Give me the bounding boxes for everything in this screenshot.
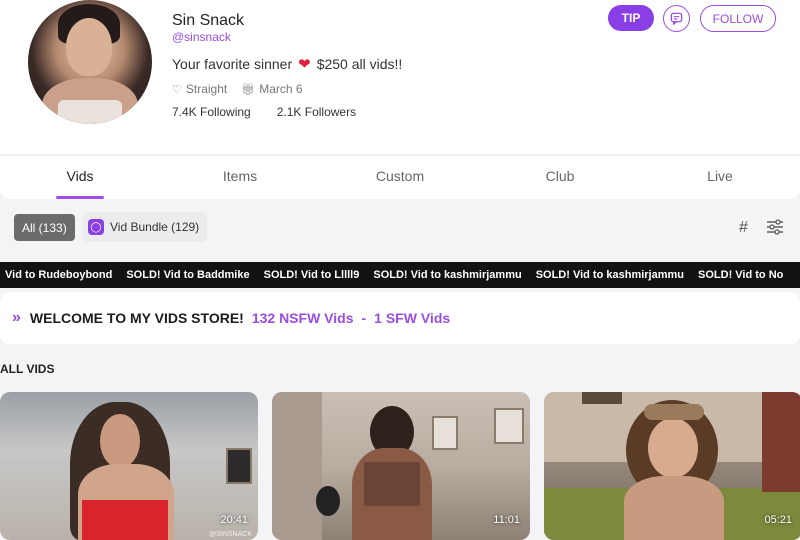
thumbnail-face: [100, 414, 140, 468]
thumbnail-door: [272, 392, 322, 540]
thumbnail-face: [648, 418, 698, 478]
filter-all-chip[interactable]: All (133): [14, 214, 75, 241]
message-icon: [670, 12, 683, 25]
thumbnail-frame: [432, 416, 458, 450]
nsfw-count: 132 NSFW Vids: [251, 310, 354, 326]
video-duration: 11:01: [493, 514, 520, 526]
content-tabs: Vids Items Custom Club Live: [0, 155, 800, 199]
video-duration: 20:41: [220, 514, 248, 526]
double-chevron-icon: »: [12, 309, 21, 326]
thumbnail-frame: [494, 408, 524, 444]
birthday-label: March 6: [259, 82, 303, 96]
birthday: 🎁︎ March 6: [241, 82, 302, 96]
profile-header: Sin Snack @sinsnack Your favorite sinner…: [0, 0, 800, 154]
ticker-item: SOLD! Vid to Baddmike: [126, 269, 250, 281]
profile-handle[interactable]: @sinsnack: [172, 30, 231, 44]
avatar-face: [66, 18, 112, 76]
thumbnail-curtain: [762, 392, 800, 492]
video-card[interactable]: 20:41 @SINSNACK: [0, 392, 258, 540]
ticker-item: SOLD! Vid to No: [698, 269, 784, 281]
hash-icon[interactable]: #: [739, 219, 748, 237]
video-watermark: @SINSNACK: [209, 531, 252, 538]
orientation-label: Straight: [185, 82, 228, 96]
tab-custom[interactable]: Custom: [320, 156, 480, 199]
tab-club[interactable]: Club: [480, 156, 640, 199]
follow-button[interactable]: FOLLOW: [700, 5, 776, 32]
profile-counts: 7.4K Following 2.1K Followers: [172, 105, 356, 119]
thumbnail-mic: [316, 486, 340, 516]
ticker-item: Vid to Rudeboybond: [5, 269, 113, 281]
tab-vids[interactable]: Vids: [0, 156, 160, 199]
welcome-banner: » WELCOME TO MY VIDS STORE! 132 NSFW Vid…: [0, 292, 800, 344]
bundle-icon: ◯: [88, 219, 104, 235]
message-button[interactable]: [663, 5, 690, 32]
heart-icon: ❤: [298, 56, 311, 73]
followers-count[interactable]: 2.1K Followers: [277, 105, 356, 119]
following-count[interactable]: 7.4K Following: [172, 105, 251, 119]
bio-price: $250 all vids!!: [316, 56, 403, 72]
thumbnail-top: [82, 500, 168, 540]
thumbnail-frame: [582, 392, 622, 404]
profile-name: Sin Snack: [172, 12, 245, 29]
filter-bundle-chip[interactable]: ◯ Vid Bundle (129): [82, 212, 208, 242]
heart-outline-icon: ♡: [172, 83, 182, 96]
avatar-top: [58, 100, 122, 124]
tip-button[interactable]: TIP: [608, 5, 654, 31]
profile-bio: Your favorite sinner ❤ $250 all vids!!: [172, 55, 402, 73]
section-title: ALL VIDS: [0, 362, 55, 376]
ticker-item: SOLD! Vid to kashmirjammu: [373, 269, 522, 281]
thumbnail-body: [624, 476, 724, 540]
sales-ticker: Vid to Rudeboybond SOLD! Vid to Baddmike…: [0, 262, 800, 288]
video-card[interactable]: 11:01: [272, 392, 530, 540]
welcome-title: WELCOME TO MY VIDS STORE!: [29, 310, 244, 326]
sfw-count: 1 SFW Vids: [374, 310, 451, 326]
bio-text: Your favorite sinner: [172, 56, 293, 72]
ticker-item: SOLD! Vid to Lllll9: [263, 269, 360, 281]
tab-live[interactable]: Live: [640, 156, 800, 199]
ticker-item: SOLD! Vid to kashmirjammu: [535, 269, 685, 281]
thumbnail-frame: [226, 448, 252, 484]
tab-items[interactable]: Items: [160, 156, 320, 199]
filter-sliders-icon[interactable]: [766, 219, 784, 235]
profile-meta: ♡ Straight 🎁︎ March 6: [172, 82, 303, 96]
welcome-separator: -: [361, 310, 367, 326]
thumbnail-top: [364, 462, 420, 506]
video-duration: 05:21: [764, 514, 792, 526]
thumbnail-headband: [644, 404, 704, 420]
avatar[interactable]: [28, 0, 152, 124]
orientation: ♡ Straight: [172, 82, 227, 96]
filter-bundle-label: Vid Bundle (129): [110, 220, 200, 234]
video-card[interactable]: 05:21: [544, 392, 800, 540]
gift-icon: 🎁︎: [241, 83, 256, 96]
